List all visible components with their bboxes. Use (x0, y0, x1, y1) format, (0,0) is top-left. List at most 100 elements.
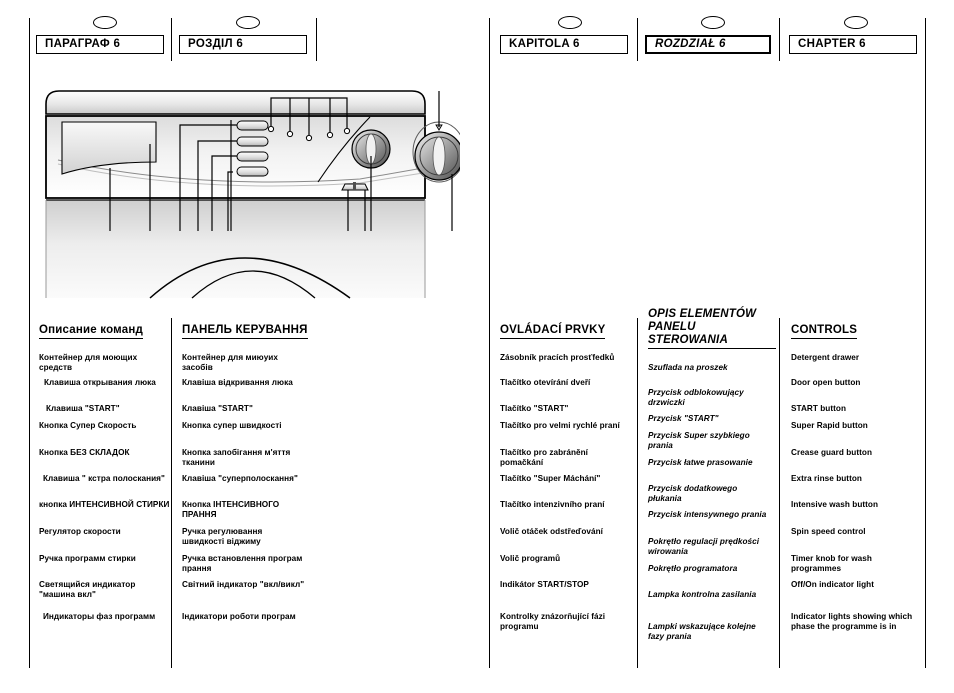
chapter-label-czech: KAPITOLA 6 (509, 37, 580, 50)
chapter-bullet-ellipse-4 (701, 16, 725, 29)
list-item: Ручка регулювання швидкості віджиму (182, 527, 263, 546)
list-item: Volič otáček odstřeďování (500, 527, 603, 536)
list-item: Ручка программ стирки (39, 554, 136, 563)
list-item: Tlačítko "Super Máchání" (500, 474, 601, 483)
list-item: Контейнер для моющих средств (39, 353, 138, 372)
list-item: Індикатори роботи програм (182, 612, 296, 621)
manual-page: ПАРАГРАФ 6 РОЗДІЛ 6 KAPITOLA 6 ROZDZIAŁ … (0, 0, 954, 668)
column-ukrainian: ПАНЕЛЬ КЕРУВАННЯ Контейнер для миюуих за… (182, 320, 314, 683)
list-item: Клавиша открывания люка (44, 378, 156, 387)
list-item: Szuflada na proszek (648, 363, 728, 372)
chapter-label-polish: ROZDZIAŁ 6 (655, 37, 726, 50)
list-item: Tlačítko pro velmi rychlé praní (500, 421, 620, 430)
list-item: Кнопка Супер Скорость (39, 421, 137, 430)
column-czech: OVLÁDACÍ PRVKY Zásobník pracích prosťfed… (500, 320, 636, 683)
list-item: Pokrętło programatora (648, 564, 738, 573)
list-item: Світний індикатор "вкл/викл" (182, 580, 305, 589)
indicator-light-3 (305, 134, 313, 142)
chapter-box-czech: KAPITOLA 6 (500, 35, 628, 54)
column-title-english: CONTROLS (791, 324, 858, 339)
control-list-polish: Szuflada na proszek Przycisk odblokowują… (648, 363, 776, 693)
list-item: Кнопка супер швидкості (182, 421, 282, 430)
list-item: Intensive wash button (791, 500, 879, 509)
chapter-bullet-ellipse-1 (93, 16, 117, 29)
list-item: Lampki wskazujące kolejne fazy prania (648, 622, 756, 641)
list-item: Off/On indicator light (791, 580, 874, 589)
list-item: Przycisk Super szybkiego prania (648, 431, 750, 450)
list-item: кнопка ИНТЕНСИВНОЙ СТИРКИ (39, 500, 170, 509)
list-item: Indicator lights showing which phase the… (791, 612, 913, 631)
list-item: Indikátor START/STOP (500, 580, 589, 589)
list-item: Przycisk "START" (648, 414, 719, 423)
list-item: Индикаторы фаз программ (43, 612, 156, 621)
chapter-bullet-ellipse-3 (558, 16, 582, 29)
list-item: Клавіша відкривання люка (182, 378, 293, 387)
machine-lid (45, 90, 426, 115)
indicator-light-2 (286, 130, 294, 138)
column-title-ukrainian: ПАНЕЛЬ КЕРУВАННЯ (182, 324, 308, 339)
list-item: Tlačítko pro zabránění pomačkání (500, 448, 588, 467)
list-item: Volič programů (500, 554, 561, 563)
list-item: START button (791, 404, 847, 413)
list-item: Клавіша "суперполоскання" (182, 474, 298, 483)
programme-selector-knob (412, 121, 460, 183)
indicator-light-1 (267, 125, 275, 133)
list-item: Клавіша "START" (182, 404, 253, 413)
washing-machine-diagram (40, 86, 460, 301)
chapter-box-ukrainian: РОЗДІЛ 6 (179, 35, 307, 54)
page-rule-ru-uk-top (171, 18, 172, 61)
page-rule-ru-uk-body (171, 318, 172, 668)
push-button-3 (236, 151, 269, 162)
chapter-box-russian: ПАРАГРАФ 6 (36, 35, 164, 54)
list-item: Tlačítko otevírání dveří (500, 378, 591, 387)
push-button-4 (236, 166, 269, 177)
page-rule-pl-en-body (779, 318, 780, 668)
page-rule-right-outer (925, 18, 926, 668)
chapter-label-ukrainian: РОЗДІЛ 6 (188, 37, 244, 50)
indicator-light-5 (343, 127, 351, 135)
control-list-russian: Контейнер для моющих средств Клавиша отк… (39, 353, 171, 683)
list-item: Extra rinse button (791, 474, 862, 483)
list-item: Клавиша " кстра полоскания" (43, 474, 165, 483)
page-rule-cz-pl-top (637, 18, 638, 61)
list-item: Crease guard button (791, 448, 873, 457)
chapter-bullet-ellipse-5 (844, 16, 868, 29)
control-list-ukrainian: Контейнер для миюуих засобів Клавіша від… (182, 353, 314, 683)
list-item: Tlačítko "START" (500, 404, 569, 413)
chapter-label-russian: ПАРАГРАФ 6 (45, 37, 121, 50)
control-list-english: Detergent drawer Door open button START … (791, 353, 925, 683)
list-item: Przycisk dodatkowego płukania (648, 484, 738, 503)
list-item: Клавиша "START" (46, 404, 120, 413)
push-button-1 (236, 120, 269, 131)
list-item: Кнопка ІНТЕНСИВНОГО ПРАННЯ (182, 500, 280, 519)
column-title-czech: OVLÁDACÍ PRVKY (500, 324, 606, 339)
list-item: Регулятор скорости (39, 527, 121, 536)
page-rule-pl-en-top (779, 18, 780, 61)
list-item: Spin speed control (791, 527, 866, 536)
column-english: CONTROLS Detergent drawer Door open butt… (791, 320, 925, 683)
chapter-box-polish: ROZDZIAŁ 6 (645, 35, 771, 54)
list-item: Кнопка БЕЗ СКЛАДОК (39, 448, 130, 457)
chapter-label-english: CHAPTER 6 (798, 37, 866, 50)
list-item: Przycisk odblokowujący drzwiczki (648, 388, 744, 407)
chapter-box-english: CHAPTER 6 (789, 35, 917, 54)
list-item: Кнопка запобігання м'яття тканини (182, 448, 291, 467)
list-item: Lampka kontrolna zasilania (648, 590, 757, 599)
chapter-bullet-ellipse-2 (236, 16, 260, 29)
list-item: Светящийся индикатор "машина вкл" (39, 580, 136, 599)
column-title-russian: Описание команд (39, 324, 143, 339)
list-item: Zásobník pracích prosťfedků (500, 353, 615, 362)
list-item: Tlačítko intenzivního praní (500, 500, 605, 509)
page-rule-cz-pl-body (637, 318, 638, 668)
page-rule-left-right (316, 18, 317, 61)
column-title-polish: OPIS ELEMENTÓW PANELU STEROWANIA (648, 308, 776, 349)
page-rule-left-outer (29, 18, 30, 668)
list-item: Detergent drawer (791, 353, 860, 362)
list-item: Контейнер для миюуих засобів (182, 353, 278, 372)
list-item: Przycisk łatwe prasowanie (648, 458, 753, 467)
list-item: Ручка встановлення програм прання (182, 554, 303, 573)
list-item: Door open button (791, 378, 861, 387)
indicator-light-4 (326, 131, 334, 139)
list-item: Przycisk intensywnego prania (648, 510, 767, 519)
page-rule-cz-outer (489, 18, 490, 668)
